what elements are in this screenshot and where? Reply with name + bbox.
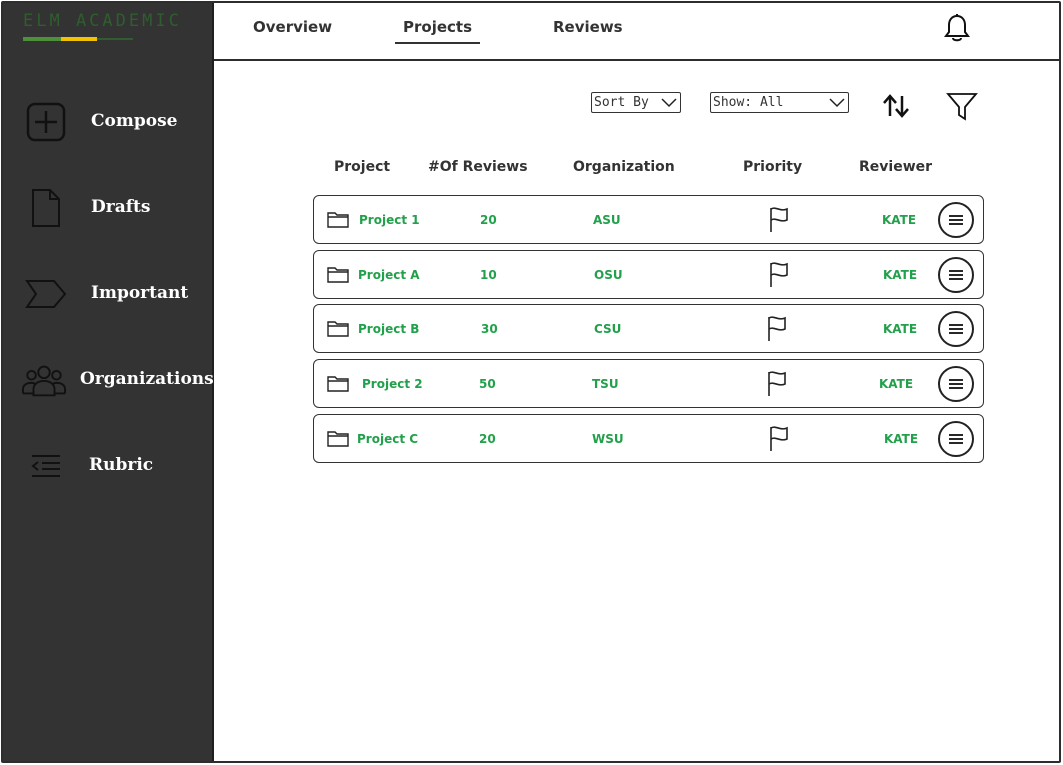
reviewer-name: KATE: [879, 377, 914, 391]
project-name[interactable]: Project B: [358, 322, 419, 336]
bell-icon[interactable]: [944, 13, 970, 43]
tab-overview[interactable]: Overview: [253, 18, 332, 36]
column-header-priority[interactable]: Priority: [743, 159, 802, 175]
project-name[interactable]: Project C: [357, 432, 418, 446]
sidebar-item-label: Drafts: [91, 197, 151, 217]
table-row[interactable]: Project C 20 WSU KATE: [313, 414, 984, 463]
review-count: 20: [480, 213, 497, 227]
row-menu-button[interactable]: [938, 202, 974, 238]
reviewer-name: KATE: [882, 213, 917, 227]
folder-icon: [327, 319, 349, 337]
sidebar-item-label: Rubric: [89, 455, 154, 475]
filter-icon[interactable]: [946, 91, 978, 121]
organization-name: OSU: [594, 268, 623, 282]
chevron-down-icon: [661, 96, 677, 108]
logo-bar-green: [23, 37, 61, 41]
menu-icon: [949, 434, 963, 444]
review-count: 30: [481, 322, 498, 336]
column-header-project[interactable]: Project: [334, 159, 390, 175]
tab-reviews[interactable]: Reviews: [553, 18, 623, 36]
sort-by-value: Sort By: [594, 95, 649, 110]
sidebar-item-important[interactable]: Important: [3, 269, 214, 319]
menu-icon: [949, 324, 963, 334]
flag-icon[interactable]: [768, 425, 790, 453]
list-indent-icon: [23, 445, 69, 487]
sidebar-item-label: Organizations: [80, 369, 214, 389]
folder-icon: [327, 429, 349, 447]
flag-icon[interactable]: [768, 261, 790, 289]
folder-icon: [327, 210, 349, 228]
sidebar-item-compose[interactable]: Compose: [3, 97, 214, 147]
sidebar-item-label: Important: [91, 283, 189, 303]
document-icon: [23, 187, 69, 229]
row-menu-button[interactable]: [938, 366, 974, 402]
organization-name: CSU: [594, 322, 622, 336]
plus-square-icon: [23, 101, 69, 143]
app-window: ELM ACADEMIC Compose Drafts Important Or…: [1, 1, 1061, 763]
project-name[interactable]: Project A: [358, 268, 420, 282]
column-header-reviewer[interactable]: Reviewer: [859, 159, 932, 175]
row-menu-button[interactable]: [938, 257, 974, 293]
sort-arrows-icon[interactable]: [881, 93, 911, 119]
reviewer-name: KATE: [884, 432, 919, 446]
sidebar-item-organizations[interactable]: Organizations: [3, 355, 214, 405]
flag-icon[interactable]: [768, 206, 790, 234]
logo-bar-dark: [97, 38, 133, 40]
organization-name: ASU: [593, 213, 621, 227]
sidebar-item-rubric[interactable]: Rubric: [3, 441, 214, 491]
reviewer-name: KATE: [883, 268, 918, 282]
organization-name: WSU: [592, 432, 624, 446]
sidebar: ELM ACADEMIC Compose Drafts Important Or…: [3, 3, 214, 761]
menu-icon: [949, 215, 963, 225]
people-icon: [21, 359, 67, 401]
table-row[interactable]: Project B 30 CSU KATE: [313, 304, 984, 353]
logo: ELM ACADEMIC: [23, 11, 198, 45]
review-count: 10: [480, 268, 497, 282]
folder-icon: [327, 374, 349, 392]
table-row[interactable]: Project A 10 OSU KATE: [313, 250, 984, 299]
column-header-reviews[interactable]: #Of Reviews: [428, 159, 528, 175]
flag-icon[interactable]: [766, 370, 788, 398]
project-name[interactable]: Project 2: [362, 377, 423, 391]
sidebar-item-label: Compose: [91, 111, 178, 131]
column-header-organization[interactable]: Organization: [573, 159, 675, 175]
row-menu-button[interactable]: [938, 311, 974, 347]
reviewer-name: KATE: [883, 322, 918, 336]
tag-icon: [23, 273, 69, 315]
menu-icon: [949, 379, 963, 389]
menu-icon: [949, 270, 963, 280]
row-menu-button[interactable]: [938, 421, 974, 457]
project-name[interactable]: Project 1: [359, 213, 420, 227]
chevron-down-icon: [829, 96, 845, 108]
sidebar-item-drafts[interactable]: Drafts: [3, 183, 214, 233]
logo-bar-yellow: [61, 37, 97, 41]
organization-name: TSU: [592, 377, 619, 391]
table-row[interactable]: Project 1 20 ASU KATE: [313, 195, 984, 244]
show-filter-select[interactable]: Show: All: [710, 92, 849, 113]
table-row[interactable]: Project 2 50 TSU KATE: [313, 359, 984, 408]
logo-text: ELM ACADEMIC: [23, 11, 182, 31]
review-count: 20: [479, 432, 496, 446]
tab-projects[interactable]: Projects: [394, 18, 481, 44]
folder-icon: [327, 265, 349, 283]
top-navigation: Overview Projects Reviews: [214, 3, 1059, 61]
sort-by-select[interactable]: Sort By: [591, 92, 681, 113]
show-filter-value: Show: All: [713, 95, 784, 110]
flag-icon[interactable]: [766, 315, 788, 343]
review-count: 50: [479, 377, 496, 391]
